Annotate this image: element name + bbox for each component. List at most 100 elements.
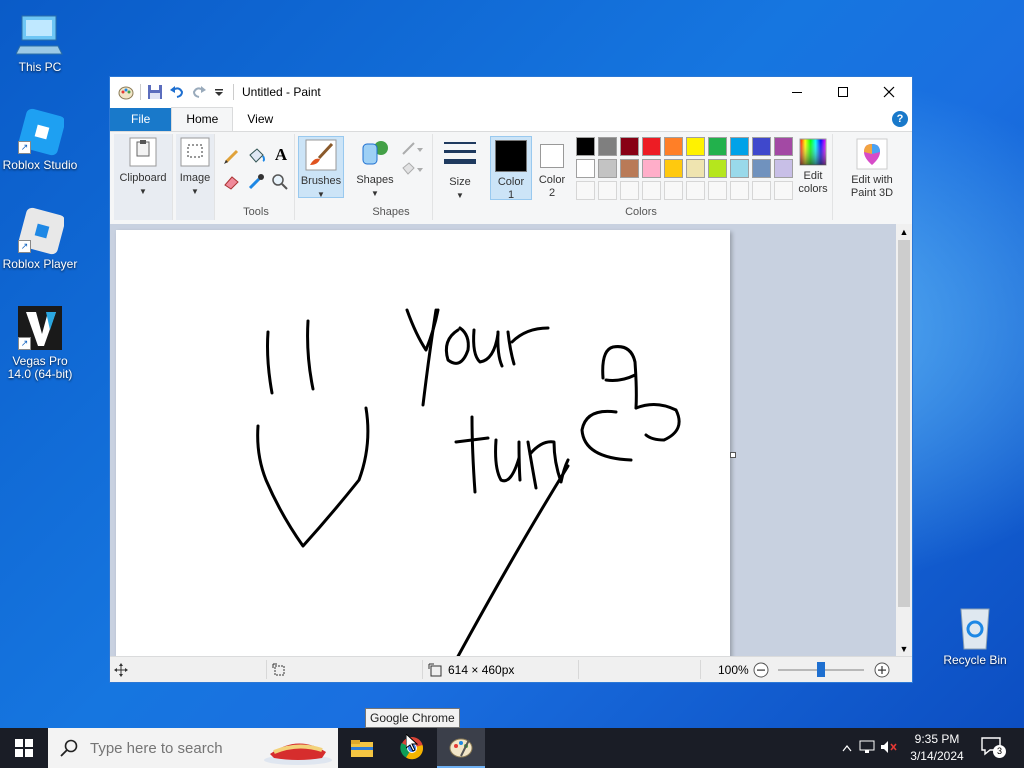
color-swatch[interactable] [686, 159, 705, 178]
color-swatch[interactable] [730, 159, 749, 178]
eraser-icon[interactable] [222, 172, 244, 194]
custom-color-slot[interactable] [752, 181, 771, 200]
color-swatch[interactable] [708, 159, 727, 178]
zoom-in-button[interactable] [874, 657, 890, 682]
color-picker-icon[interactable] [246, 172, 268, 194]
size-button[interactable]: Size ▼ [438, 136, 482, 202]
color-swatch[interactable] [576, 137, 595, 156]
taskbar-clock[interactable]: 9:35 PM 3/14/2024 [904, 731, 970, 765]
custom-color-slot[interactable] [576, 181, 595, 200]
magnifier-icon[interactable] [270, 172, 292, 194]
windows-logo-icon [15, 739, 33, 757]
desktop-icon-roblox-player[interactable]: ↗ Roblox Player [0, 207, 80, 271]
color-swatch[interactable] [752, 159, 771, 178]
text-tool-icon[interactable]: A [270, 145, 292, 167]
taskbar-paint[interactable] [437, 728, 485, 768]
brushes-button[interactable]: Brushes ▼ [298, 136, 344, 199]
tab-home[interactable]: Home [171, 107, 234, 131]
custom-color-slot[interactable] [774, 181, 793, 200]
custom-color-slot[interactable] [642, 181, 661, 200]
clock-time: 9:35 PM [914, 732, 960, 746]
image-button[interactable]: Image ▼ [176, 136, 214, 198]
color-swatch[interactable] [642, 159, 661, 178]
outline-icon[interactable] [400, 140, 424, 158]
color-swatch[interactable] [620, 159, 639, 178]
desktop-icon-label: Roblox Player [2, 257, 78, 271]
drawing-canvas[interactable] [116, 230, 730, 657]
color-swatch[interactable] [708, 137, 727, 156]
scroll-down-icon[interactable]: ▼ [896, 641, 912, 657]
color-swatch[interactable] [664, 159, 683, 178]
window-title: Untitled - Paint [242, 85, 321, 99]
divider [233, 84, 234, 100]
clock-date: 3/14/2024 [910, 749, 964, 763]
zoom-out-button[interactable] [753, 657, 769, 682]
action-center-button[interactable]: 3 [980, 736, 1006, 760]
custom-color-slot[interactable] [686, 181, 705, 200]
edit-with-paint3d-button[interactable]: Edit with Paint 3D [842, 136, 902, 200]
show-hidden-icons-chevron-icon[interactable] [838, 741, 856, 755]
desktop-icon-vegas-pro[interactable]: ↗ Vegas Pro 14.0 (64-bit) [0, 304, 80, 381]
custom-color-slot[interactable] [598, 181, 617, 200]
color-swatch[interactable] [752, 137, 771, 156]
save-icon[interactable] [147, 84, 163, 100]
zoom-slider-thumb[interactable] [817, 662, 825, 677]
redo-icon[interactable] [191, 84, 207, 100]
canvas-size-icon [428, 663, 442, 677]
customize-quick-access-icon[interactable] [211, 84, 227, 100]
taskbar-search-box[interactable] [48, 728, 338, 768]
color2-button[interactable]: Color 2 [532, 136, 572, 199]
line-size-icon [444, 140, 476, 172]
color-swatch[interactable] [774, 137, 793, 156]
tab-view[interactable]: View [233, 108, 287, 131]
scroll-up-icon[interactable]: ▲ [896, 224, 912, 240]
close-button[interactable] [866, 77, 912, 107]
minimize-button[interactable] [774, 77, 820, 107]
custom-color-slot[interactable] [620, 181, 639, 200]
maximize-button[interactable] [820, 77, 866, 107]
cursor-position-icon [114, 657, 128, 682]
desktop-icon-roblox-studio[interactable]: ↗ Roblox Studio [0, 108, 80, 172]
undo-icon[interactable] [169, 84, 185, 100]
fill-icon[interactable] [400, 160, 424, 178]
desktop-icon-this-pc[interactable]: This PC [0, 10, 80, 74]
edit-colors-button[interactable]: Edit colors [794, 136, 832, 196]
search-input[interactable] [88, 738, 262, 758]
start-button[interactable] [0, 728, 48, 768]
chevron-down-icon: ▼ [139, 187, 147, 196]
color-swatch[interactable] [598, 159, 617, 178]
help-icon[interactable]: ? [892, 111, 908, 127]
desktop-icon-recycle-bin[interactable]: Recycle Bin [935, 603, 1015, 667]
mouse-cursor-icon [405, 732, 419, 755]
color1-button[interactable]: Color 1 [490, 136, 532, 201]
select-icon [179, 136, 211, 168]
clipboard-button[interactable]: Clipboard ▼ [116, 136, 170, 198]
canvas-resize-handle[interactable] [730, 452, 736, 458]
color1-swatch [495, 140, 527, 172]
color-swatch[interactable] [576, 159, 595, 178]
color-swatch[interactable] [642, 137, 661, 156]
color-swatch[interactable] [664, 137, 683, 156]
chevron-down-icon: ▼ [191, 187, 199, 196]
color-swatch[interactable] [730, 137, 749, 156]
color-swatch[interactable] [598, 137, 617, 156]
search-highlight-pie-icon [262, 730, 334, 766]
fill-bucket-icon[interactable] [246, 146, 268, 168]
custom-color-slot[interactable] [708, 181, 727, 200]
custom-color-slot[interactable] [664, 181, 683, 200]
shapes-button[interactable]: Shapes ▼ [354, 136, 396, 200]
color-swatch[interactable] [686, 137, 705, 156]
vertical-scrollbar[interactable]: ▲ ▼ [896, 224, 912, 657]
tab-file[interactable]: File [110, 108, 172, 131]
color-swatch[interactable] [774, 159, 793, 178]
divider [422, 660, 423, 679]
taskbar-file-explorer[interactable] [338, 728, 386, 768]
network-icon[interactable] [856, 740, 878, 757]
roblox-studio-icon: ↗ [16, 108, 66, 156]
color-swatch[interactable] [620, 137, 639, 156]
volume-muted-icon[interactable] [878, 740, 900, 757]
pencil-icon[interactable] [222, 146, 244, 168]
scrollbar-thumb[interactable] [898, 240, 910, 607]
paint-window: Untitled - Paint File Home View ? Clipbo… [109, 76, 913, 683]
custom-color-slot[interactable] [730, 181, 749, 200]
